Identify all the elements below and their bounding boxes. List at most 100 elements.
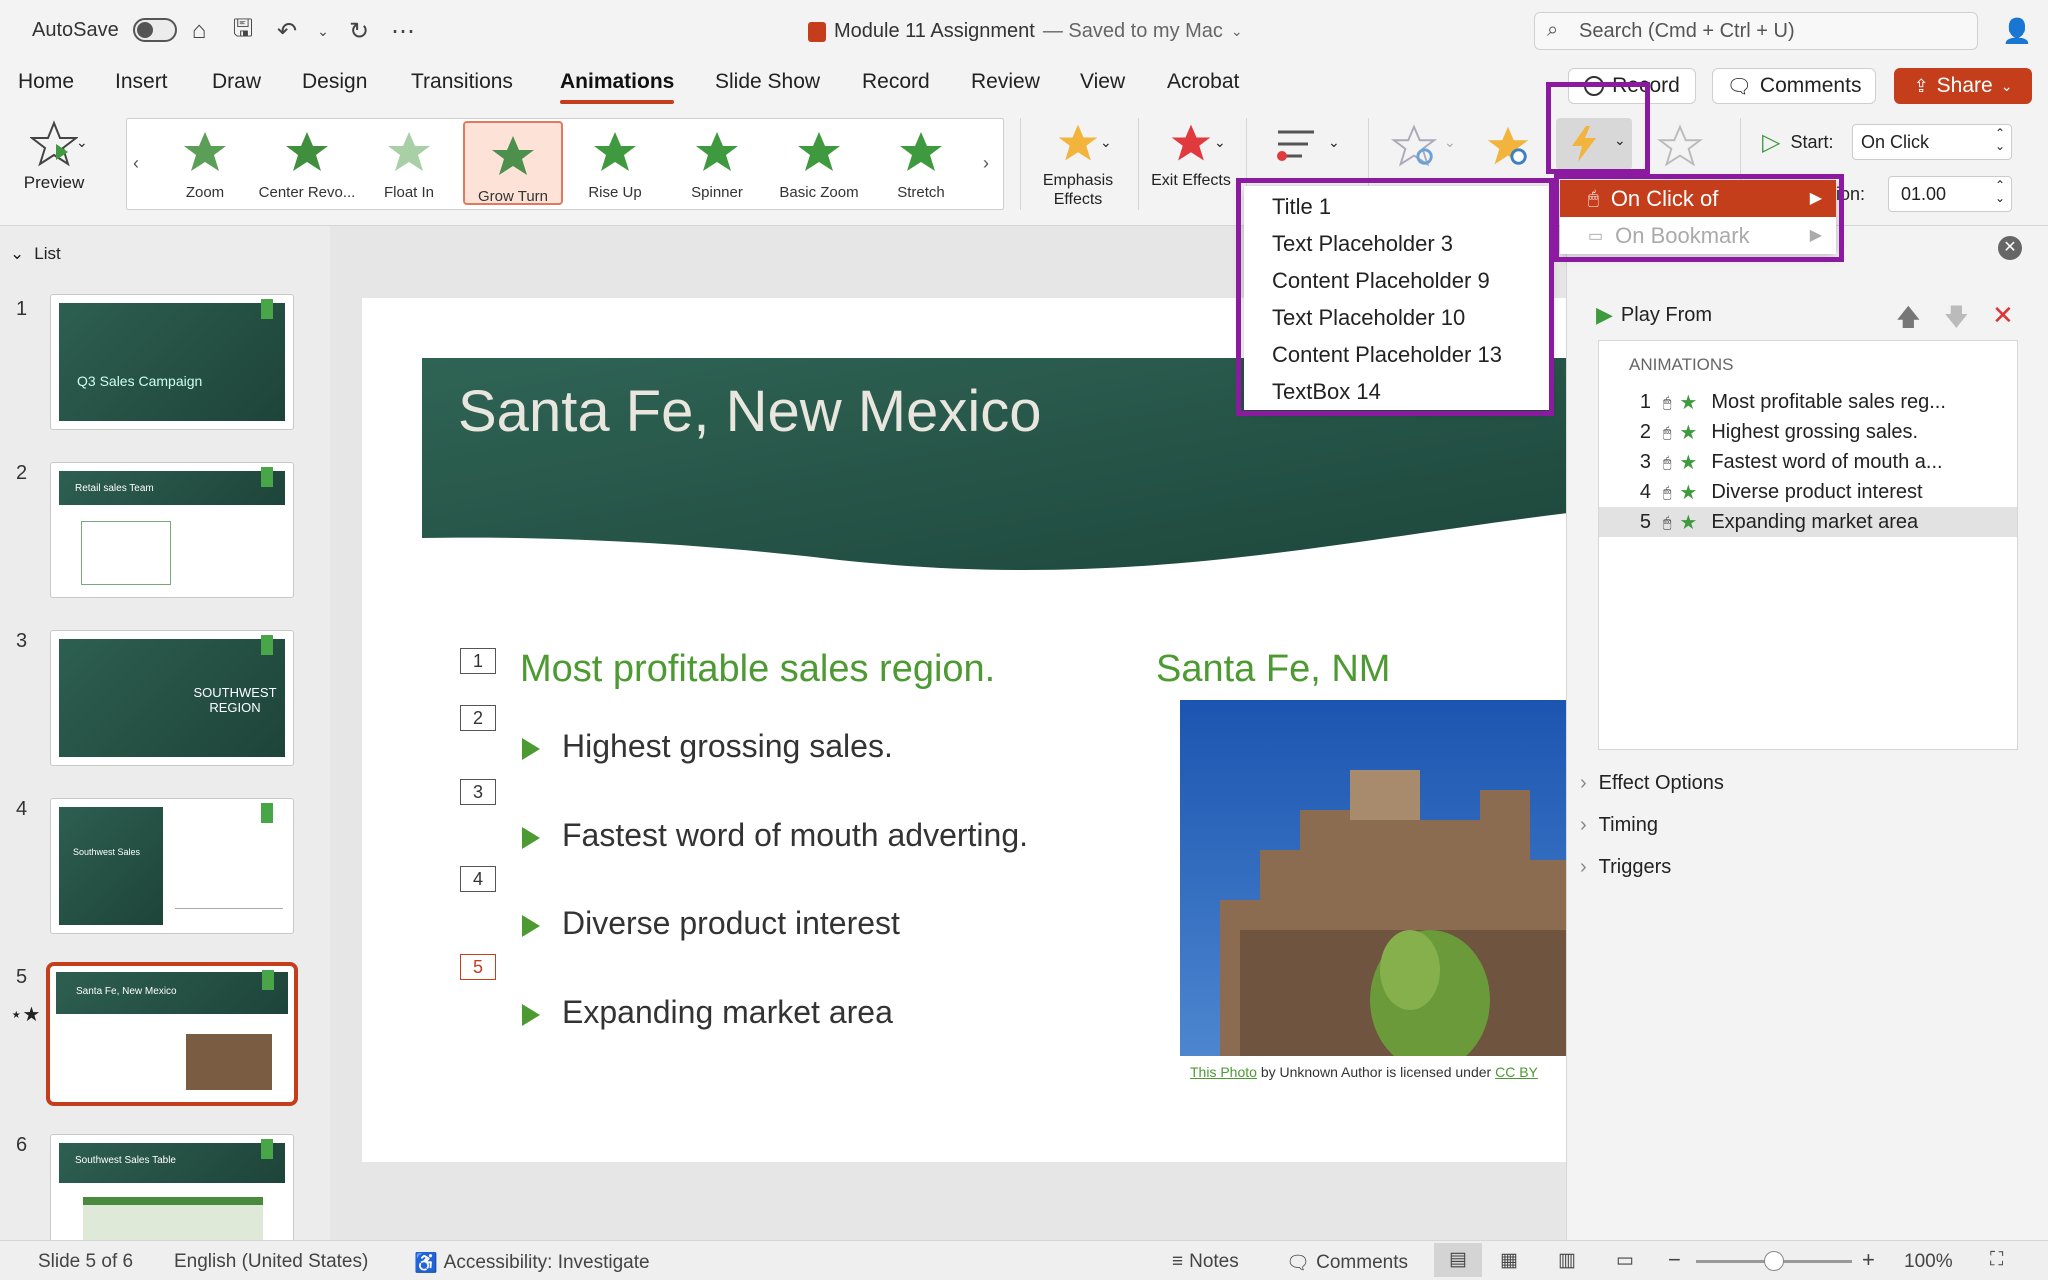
slide-right-heading[interactable]: Santa Fe, NM — [1156, 648, 1390, 691]
slide-title[interactable]: Santa Fe, New Mexico — [458, 378, 1041, 445]
bullet-item[interactable]: Expanding market area — [522, 994, 893, 1031]
share-button[interactable]: ⇪ Share ⌄ — [1894, 68, 2032, 104]
redo-icon[interactable]: ↻ — [344, 16, 374, 46]
add-animation-button[interactable] — [1484, 122, 1532, 175]
slide-thumbnail-5[interactable]: Santa Fe, New Mexico — [46, 962, 298, 1106]
status-comments-button[interactable]: 🗨 Comments — [1286, 1251, 1408, 1275]
notes-button[interactable]: ≡ Notes — [1172, 1251, 1239, 1273]
animation-item-selected[interactable]: 5 🖱 ★ Expanding market area — [1599, 507, 2017, 537]
triggers-section[interactable]: › Triggers — [1580, 856, 1671, 879]
highlight-trigger-button — [1546, 82, 1650, 174]
gallery-right-icon[interactable]: › — [983, 153, 989, 174]
chevron-down-icon[interactable]: ⌄ — [1231, 23, 1243, 40]
accessibility-status[interactable]: ♿ Accessibility: Investigate — [414, 1251, 650, 1275]
undo-dropdown-icon[interactable]: ⌄ — [316, 16, 330, 46]
share-person-icon[interactable]: 👤 — [2002, 16, 2032, 46]
move-up-icon[interactable]: 🡅 — [1896, 300, 1921, 341]
slide-thumbnail-4[interactable]: Southwest Sales — [50, 798, 294, 934]
animation-item[interactable]: 4 🖱 ★ Diverse product interest — [1599, 477, 2017, 507]
list-header[interactable]: ⌄ List — [10, 244, 61, 264]
animation-tag[interactable]: 2 — [460, 705, 496, 731]
effect-options-dropdown-icon[interactable]: ⌄ — [1444, 134, 1456, 151]
tab-slide-show[interactable]: Slide Show — [715, 70, 820, 94]
animation-star-icon: ⋆★ — [10, 1004, 41, 1026]
zoom-out-icon[interactable]: − — [1668, 1247, 1681, 1273]
delete-animation-icon[interactable]: ✕ — [1992, 300, 2014, 331]
tab-acrobat[interactable]: Acrobat — [1167, 70, 1239, 94]
tab-design[interactable]: Design — [302, 70, 367, 94]
effect-rise-up[interactable]: Rise Up — [565, 119, 665, 209]
move-down-icon[interactable]: 🡇 — [1944, 300, 1969, 341]
slide[interactable]: Santa Fe, New Mexico Most profitable sal… — [362, 298, 1568, 1162]
preview-dropdown-icon[interactable]: ⌄ — [76, 134, 88, 151]
reading-view-icon[interactable]: ▥ — [1558, 1249, 1576, 1272]
tab-record[interactable]: Record — [862, 70, 930, 94]
effect-spinner[interactable]: Spinner — [667, 119, 767, 209]
motion-paths-dropdown-icon[interactable]: ⌄ — [1328, 134, 1340, 151]
exit-effects-button[interactable]: Exit Effects — [1150, 120, 1232, 190]
close-pane-icon[interactable]: ✕ — [1998, 236, 2022, 260]
animation-tag[interactable]: 4 — [460, 866, 496, 892]
effect-options-section[interactable]: › Effect Options — [1580, 772, 1724, 795]
zoom-level[interactable]: 100% — [1904, 1251, 1953, 1273]
comments-button[interactable]: 🗨 Comments — [1712, 68, 1876, 104]
santa-fe-photo[interactable] — [1180, 700, 1568, 1056]
motion-paths-button[interactable] — [1274, 122, 1318, 171]
tab-insert[interactable]: Insert — [115, 70, 168, 94]
effect-basic-zoom[interactable]: Basic Zoom — [769, 119, 869, 209]
slide-thumbnail-3[interactable]: SOUTHWEST REGION — [50, 630, 294, 766]
slide-subheading[interactable]: Most profitable sales region. — [520, 648, 995, 691]
fit-to-window-icon[interactable]: ⛶ — [1990, 1249, 2003, 1271]
duration-input[interactable]: 01.00 ⌃ ⌄ — [1888, 176, 2012, 212]
slide-sorter-icon[interactable]: ▦ — [1500, 1249, 1518, 1272]
exit-label: Exit Effects — [1151, 172, 1231, 189]
tab-home[interactable]: Home — [18, 70, 74, 94]
search-input[interactable]: ⌕ Search (Cmd + Ctrl + U) — [1534, 12, 1978, 50]
bullet-item[interactable]: Highest grossing sales. — [522, 728, 893, 765]
bullet-item[interactable]: Fastest word of mouth adverting. — [522, 817, 1028, 854]
effect-zoom[interactable]: Zoom — [155, 119, 255, 209]
effect-options-button[interactable] — [1390, 122, 1438, 175]
effect-center-revolve[interactable]: Center Revo... — [257, 119, 357, 209]
normal-view-icon[interactable]: ▤ — [1434, 1243, 1482, 1277]
timing-section[interactable]: › Timing — [1580, 814, 1658, 837]
more-icon[interactable]: ⋯ — [388, 16, 418, 46]
zoom-in-icon[interactable]: + — [1862, 1247, 1875, 1273]
undo-icon[interactable]: ↶ — [272, 16, 302, 46]
start-label: Start: — [1790, 132, 1834, 152]
effect-grow-turn[interactable]: Grow Turn — [463, 121, 563, 205]
tab-view[interactable]: View — [1080, 70, 1125, 94]
entrance-star-icon: ★ — [1679, 481, 1698, 504]
license-link[interactable]: CC BY — [1495, 1064, 1538, 1080]
autosave-toggle[interactable] — [132, 18, 177, 42]
emphasis-dropdown-icon[interactable]: ⌄ — [1100, 134, 1112, 151]
save-icon[interactable]: 🖫 — [228, 15, 258, 46]
slideshow-view-icon[interactable]: ▭ — [1616, 1249, 1634, 1272]
home-icon[interactable]: ⌂ — [184, 16, 214, 46]
animation-item[interactable]: 1 🖱 ★ Most profitable sales reg... — [1599, 387, 2017, 417]
animation-painter-button[interactable] — [1656, 122, 1704, 175]
exit-dropdown-icon[interactable]: ⌄ — [1214, 134, 1226, 151]
animation-item[interactable]: 2 🖱 ★ Highest grossing sales. — [1599, 417, 2017, 447]
tab-transitions[interactable]: Transitions — [411, 70, 513, 94]
gallery-left-icon[interactable]: ‹ — [133, 153, 139, 174]
effect-stretch[interactable]: Stretch — [871, 119, 971, 209]
language-status[interactable]: English (United States) — [174, 1251, 368, 1273]
slide-thumbnail-2[interactable]: Retail sales Team — [50, 462, 294, 598]
animation-tag[interactable]: 3 — [460, 779, 496, 805]
effect-float-in[interactable]: Float In — [359, 119, 459, 209]
zoom-slider-handle[interactable] — [1764, 1251, 1784, 1271]
tab-animations[interactable]: Animations — [560, 70, 675, 104]
bullet-item[interactable]: Diverse product interest — [522, 905, 900, 942]
tab-draw[interactable]: Draw — [212, 70, 261, 94]
start-select[interactable]: On Click ⌃ ⌄ — [1852, 124, 2012, 160]
preview-button[interactable]: Preview — [18, 120, 90, 192]
animation-item[interactable]: 3 🖱 ★ Fastest word of mouth a... — [1599, 447, 2017, 477]
animation-tag-selected[interactable]: 5 — [460, 954, 496, 980]
animation-tag[interactable]: 1 — [460, 648, 496, 674]
slide-thumbnail-1[interactable]: Q3 Sales Campaign — [50, 294, 294, 430]
slide-thumbnail-6[interactable]: Southwest Sales Table — [50, 1134, 294, 1244]
photo-link[interactable]: This Photo — [1190, 1064, 1257, 1080]
tab-review[interactable]: Review — [971, 70, 1040, 94]
play-from-button[interactable]: ▶ Play From — [1596, 302, 1712, 328]
